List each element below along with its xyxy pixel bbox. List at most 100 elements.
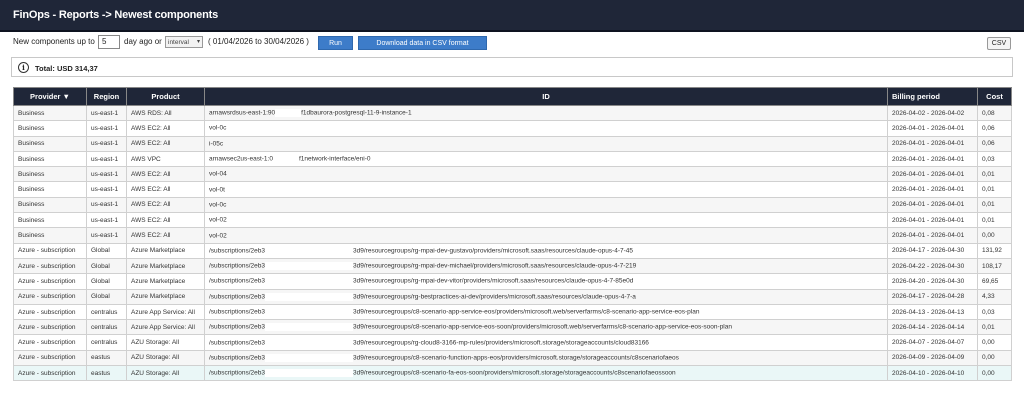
table-row[interactable]: Business us-east-1 AWS RDS: All arnawsrdsus…	[13, 104, 1012, 122]
id-prefix: i-05c	[209, 140, 224, 148]
cell-provider: Business	[13, 227, 87, 244]
redacted-mask	[265, 292, 354, 301]
redacted-mask	[265, 369, 354, 378]
header-provider[interactable]: Provider ▼	[13, 87, 87, 106]
id-prefix: /subscriptions/2eb3	[209, 369, 266, 377]
cell-region: Global	[86, 242, 127, 259]
header-id[interactable]: ID	[204, 87, 888, 106]
redacted-mask	[265, 246, 354, 255]
download-csv-button[interactable]: Download data in CSV format	[358, 36, 487, 50]
cell-product: Azure Marketplace	[126, 288, 205, 305]
cell-product: AWS EC2: All	[126, 196, 205, 214]
table-row[interactable]: Business us-east-1 AWS EC2: All vol-02 2026-…	[13, 227, 1012, 244]
cell-provider: Business	[13, 212, 87, 229]
id-prefix: /subscriptions/2eb3	[209, 339, 266, 347]
cell-region: us-east-1	[86, 227, 127, 244]
interval-select[interactable]: interval ▾	[165, 36, 203, 48]
table-row[interactable]: Business us-east-1 AWS EC2: All vol-0t 2026-…	[13, 181, 1012, 198]
table-row[interactable]: Azure - subscription Global Azure Marketpl…	[13, 257, 1012, 275]
header-product[interactable]: Product	[126, 87, 205, 106]
cell-billing-period: 2026-04-09 - 2026-04-09	[887, 349, 978, 367]
cell-id: arnawsrdsus-east-1:90 f1dbaurora-postgres…	[204, 104, 888, 122]
id-prefix: /subscriptions/2eb3	[209, 278, 266, 286]
cell-billing-period: 2026-04-01 - 2026-04-01	[887, 135, 978, 152]
cell-id: /subscriptions/2eb3 3d9/resourcegroups/rg…	[204, 288, 888, 305]
cell-id: vol-0c	[204, 196, 888, 214]
days-input[interactable]: 5	[98, 35, 120, 49]
cell-billing-period: 2026-04-17 - 2026-04-30	[887, 242, 978, 259]
cell-cost: 0,01	[977, 196, 1012, 214]
cell-cost: 0,00	[977, 365, 1012, 382]
id-suffix: 3d9/resourcegroups/rg-mpai-dev-michael/p…	[353, 262, 637, 270]
total-summary: i Total: USD 314,37	[11, 57, 1013, 77]
id-suffix: 3d9/resourcegroups/c8-scenario-fa-eos-so…	[353, 369, 676, 377]
header-cost[interactable]: Cost	[977, 87, 1012, 106]
table-row[interactable]: Azure - subscription eastus AZU Storage: A…	[13, 365, 1012, 382]
table-row[interactable]: Azure - subscription Global Azure Marketpl…	[13, 273, 1012, 290]
cell-provider: Business	[13, 166, 87, 183]
header-billing-period[interactable]: Billing period	[887, 87, 978, 106]
redacted-mask	[265, 323, 354, 332]
cell-region: us-east-1	[86, 181, 127, 198]
cell-region: us-east-1	[86, 150, 127, 168]
days-label: New components up to	[13, 37, 95, 46]
id-suffix: 3d9/resourcegroups/c8-scenario-function-…	[353, 354, 679, 362]
cell-cost: 108,17	[977, 257, 1012, 275]
cell-billing-period: 2026-04-02 - 2026-04-02	[887, 104, 978, 122]
cell-product: Azure Marketplace	[126, 242, 205, 259]
cell-region: centralus	[86, 303, 127, 321]
run-button[interactable]: Run	[318, 36, 353, 50]
cell-id: /subscriptions/2eb3 3d9/resourcegroups/rg…	[204, 273, 888, 290]
cell-id: /subscriptions/2eb3 3d9/resourcegroups/rg…	[204, 257, 888, 275]
cell-cost: 0,01	[977, 319, 1012, 336]
table-row[interactable]: Azure - subscription Global Azure Marketpl…	[13, 242, 1012, 259]
cell-billing-period: 2026-04-01 - 2026-04-01	[887, 181, 978, 198]
cell-cost: 0,01	[977, 181, 1012, 198]
cell-id: arnawsec2us-east-1:0 f1network-interface/…	[204, 150, 888, 168]
cell-region: Global	[86, 273, 127, 290]
table-row[interactable]: Business us-east-1 AWS EC2: All vol-02 2026-…	[13, 212, 1012, 229]
cell-product: AWS RDS: All	[126, 104, 205, 122]
cell-region: Global	[86, 257, 127, 275]
table-row[interactable]: Azure - subscription centralus Azure App S…	[13, 303, 1012, 321]
cell-id: /subscriptions/2eb3 3d9/resourcegroups/c8…	[204, 349, 888, 367]
cell-provider: Business	[13, 196, 87, 214]
table-row[interactable]: Business us-east-1 AWS EC2: All vol-0c 2026-…	[13, 120, 1012, 137]
cell-billing-period: 2026-04-01 - 2026-04-01	[887, 212, 978, 229]
table-row[interactable]: Azure - subscription centralus Azure App S…	[13, 319, 1012, 336]
table-row[interactable]: Business us-east-1 AWS EC2: All vol-0c 2026-…	[13, 196, 1012, 214]
id-suffix: 3d9/resourcegroups/c8-scenario-app-servi…	[353, 324, 732, 332]
cell-id: vol-0c	[204, 120, 888, 137]
id-prefix: vol-0c	[209, 201, 227, 209]
table-row[interactable]: Business us-east-1 AWS EC2: All vol-04 2026-…	[13, 166, 1012, 183]
id-prefix: vol-0c	[209, 125, 227, 133]
cell-product: Azure Marketplace	[126, 273, 205, 290]
id-prefix: arnawsrdsus-east-1:90	[209, 109, 276, 117]
cell-cost: 0,06	[977, 120, 1012, 137]
redacted-mask	[265, 262, 354, 271]
cell-billing-period: 2026-04-01 - 2026-04-01	[887, 227, 978, 244]
cell-id: /subscriptions/2eb3 3d9/resourcegroups/rg…	[204, 242, 888, 259]
cell-region: Global	[86, 288, 127, 305]
id-suffix: 3d9/resourcegroups/rg-mpai-dev-gustavo/p…	[353, 247, 634, 255]
cell-provider: Azure - subscription	[13, 365, 87, 382]
cell-id: vol-02	[204, 212, 888, 229]
cell-region: centralus	[86, 319, 127, 336]
cell-region: centralus	[86, 334, 127, 351]
cell-billing-period: 2026-04-17 - 2026-04-28	[887, 288, 978, 305]
chevron-down-icon: ▾	[196, 39, 200, 45]
header-region[interactable]: Region	[86, 87, 127, 106]
redacted-mask	[272, 155, 299, 164]
table-row[interactable]: Azure - subscription eastus AZU Storage: A…	[13, 349, 1012, 367]
table-row[interactable]: Azure - subscription Global Azure Marketpl…	[13, 288, 1012, 305]
table-row[interactable]: Azure - subscription centralus AZU Storage…	[13, 334, 1012, 351]
table-row[interactable]: Business us-east-1 AWS VPC arnawsec2us-east…	[13, 150, 1012, 168]
cell-billing-period: 2026-04-01 - 2026-04-01	[887, 120, 978, 137]
cell-id: /subscriptions/2eb3 3d9/resourcegroups/c8…	[204, 365, 888, 382]
table-row[interactable]: Business us-east-1 AWS EC2: All i-05c 2026-0…	[13, 135, 1012, 152]
cell-product: AZU Storage: All	[126, 365, 205, 382]
cell-billing-period: 2026-04-01 - 2026-04-01	[887, 150, 978, 168]
csv-button[interactable]: CSV	[987, 37, 1011, 50]
cell-product: AWS EC2: All	[126, 181, 205, 198]
cell-provider: Business	[13, 135, 87, 152]
